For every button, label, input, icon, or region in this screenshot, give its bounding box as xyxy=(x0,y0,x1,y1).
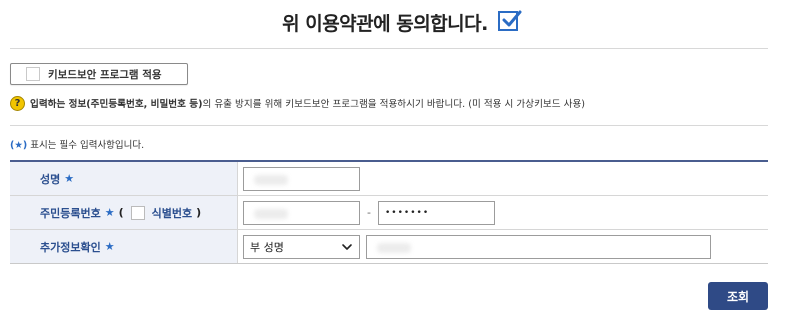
extra-info-input[interactable] xyxy=(366,234,711,259)
rrn-back-input[interactable]: ••••••• xyxy=(378,200,495,225)
redacted-value xyxy=(254,208,288,219)
terms-agreement-row: 위 이용약관에 동의합니다. xyxy=(0,0,800,44)
rrn-label: 주민등록번호 xyxy=(40,206,101,220)
form-row-rrn: 주민등록번호 ★ ( 식별번호 ) - ••••••• xyxy=(10,196,768,230)
rrn-dash: - xyxy=(367,206,371,219)
middle-divider xyxy=(10,125,768,126)
redacted-value xyxy=(377,242,411,253)
identifier-label: 식별번호 xyxy=(151,206,193,220)
terms-agreement-text: 위 이용약관에 동의합니다. xyxy=(282,12,488,35)
search-button[interactable]: 조회 xyxy=(708,282,768,310)
name-label: 성명 xyxy=(40,172,61,186)
name-input[interactable] xyxy=(243,166,360,191)
required-note-mark: (★) xyxy=(10,140,28,151)
redacted-value xyxy=(254,174,288,185)
required-note-text: 표시는 필수 입력사항입니다. xyxy=(27,140,145,151)
form-row-extra: 추가정보확인 ★ 부 성명 xyxy=(10,230,768,263)
extra-value-cell: 부 성명 xyxy=(238,230,768,263)
checkmark-icon xyxy=(502,10,522,27)
rrn-close-paren: ) xyxy=(196,206,202,219)
name-label-cell: 성명 ★ xyxy=(10,162,238,195)
question-icon: ? xyxy=(10,95,25,111)
rrn-front-input[interactable] xyxy=(243,200,360,225)
rrn-masked-value: ••••••• xyxy=(385,207,430,218)
security-notice: ? 입력하는 정보(주민등록번호, 비밀번호 등)의 유출 방지를 위해 키보드… xyxy=(10,94,585,112)
rrn-label-cell: 주민등록번호 ★ ( 식별번호 ) xyxy=(10,196,238,229)
chevron-down-icon xyxy=(342,243,352,250)
terms-agreement-checkbox[interactable] xyxy=(497,10,522,31)
required-star: ★ xyxy=(64,172,75,185)
required-star: ★ xyxy=(104,240,115,253)
rrn-value-cell: - ••••••• xyxy=(238,196,768,229)
identifier-checkbox[interactable] xyxy=(130,205,145,220)
keyboard-security-label: 키보드보안 프로그램 적용 xyxy=(48,68,162,81)
rrn-open-paren: ( xyxy=(118,206,124,219)
notice-emphasis: 입력하는 정보(주민등록번호, 비밀번호 등) xyxy=(30,99,203,110)
keyboard-security-toggle[interactable]: 키보드보안 프로그램 적용 xyxy=(10,63,188,85)
form-row-name: 성명 ★ xyxy=(10,162,768,196)
top-divider xyxy=(10,48,768,49)
extra-label: 추가정보확인 xyxy=(40,240,101,254)
extra-info-select-value: 부 성명 xyxy=(250,240,284,254)
keyboard-security-checkbox[interactable] xyxy=(26,67,40,81)
name-value-cell xyxy=(238,162,768,195)
required-note: (★) 표시는 필수 입력사항입니다. xyxy=(10,137,144,151)
required-star: ★ xyxy=(104,206,115,219)
notice-text: 의 유출 방지를 위해 키보드보안 프로그램을 적용하시기 바랍니다. (미 적… xyxy=(202,99,586,110)
identity-form: 성명 ★ 주민등록번호 ★ ( 식별번호 ) - ••••••• 추가정보확인 … xyxy=(10,160,768,264)
extra-label-cell: 추가정보확인 ★ xyxy=(10,230,238,263)
extra-info-select[interactable]: 부 성명 xyxy=(243,234,360,259)
